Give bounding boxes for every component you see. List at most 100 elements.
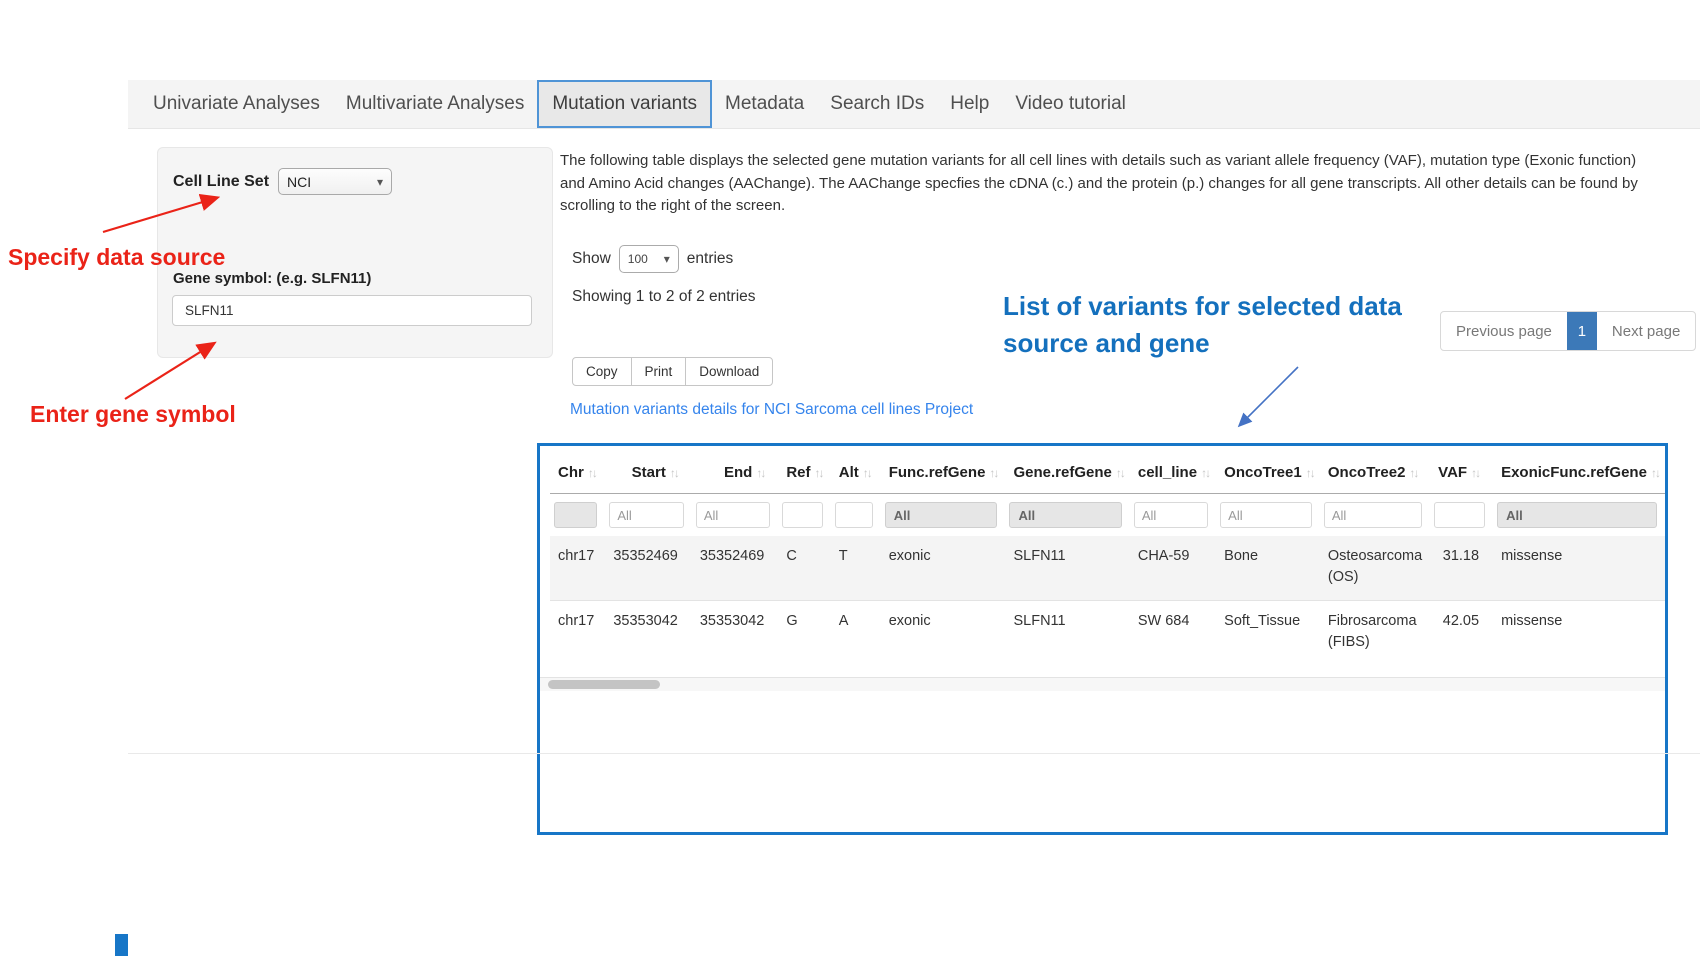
filter-select-func-refgene[interactable]: All xyxy=(885,502,998,528)
filter-select-gene-refgene[interactable]: All xyxy=(1009,502,1121,528)
column-label: OncoTree1 xyxy=(1224,464,1302,481)
column-label: Ref xyxy=(786,464,810,481)
blue-corner-fragment xyxy=(115,934,128,956)
column-header-start[interactable]: Start↑↓ xyxy=(605,458,692,494)
sort-icon: ↑↓ xyxy=(1306,466,1314,480)
download-button[interactable]: Download xyxy=(685,357,773,386)
print-button[interactable]: Print xyxy=(631,357,687,386)
sort-icon: ↑↓ xyxy=(1651,466,1659,480)
tab-help[interactable]: Help xyxy=(937,80,1002,128)
cell-cell-line: SW 684 xyxy=(1130,601,1216,662)
column-label: Start xyxy=(632,464,666,481)
filter-input-cell-line[interactable] xyxy=(1134,502,1208,528)
cell-start: 35352469 xyxy=(605,536,692,601)
annotation-enter-gene-symbol: Enter gene symbol xyxy=(30,401,236,428)
variants-table-container: Chr↑↓Start↑↓End↑↓Ref↑↓Alt↑↓Func.refGene↑… xyxy=(537,443,1668,835)
sort-icon: ↑↓ xyxy=(815,466,823,480)
sort-icon: ↑↓ xyxy=(1471,466,1479,480)
sort-icon: ↑↓ xyxy=(1409,466,1417,480)
filter-select-exonicfunc-refgene[interactable]: All xyxy=(1497,502,1657,528)
entries-label: entries xyxy=(687,250,734,268)
previous-page-button[interactable]: Previous page xyxy=(1441,312,1567,350)
next-page-button[interactable]: Next page xyxy=(1597,312,1695,350)
cell-start: 35353042 xyxy=(605,601,692,662)
tab-search-ids[interactable]: Search IDs xyxy=(817,80,937,128)
column-header-func-refgene[interactable]: Func.refGene↑↓ xyxy=(881,458,1006,494)
filter-input-end[interactable] xyxy=(696,502,771,528)
filter-input-oncotree2[interactable] xyxy=(1324,502,1422,528)
column-header-oncotree2[interactable]: OncoTree2↑↓ xyxy=(1320,458,1430,494)
page-1-button[interactable]: 1 xyxy=(1567,312,1597,350)
gene-symbol-input[interactable] xyxy=(172,295,532,326)
tab-metadata[interactable]: Metadata xyxy=(712,80,817,128)
column-header-chr[interactable]: Chr ↑↓ xyxy=(550,458,605,494)
sort-icon: ↑↓ xyxy=(588,466,596,480)
column-header-gene-refgene[interactable]: Gene.refGene ↑↓ xyxy=(1005,458,1129,494)
table-description: The following table displays the selecte… xyxy=(560,150,1662,218)
filter-input-start[interactable] xyxy=(609,502,684,528)
showing-entries-text: Showing 1 to 2 of 2 entries xyxy=(572,288,756,306)
cell-line-set-select[interactable]: NCI ▾ xyxy=(278,168,392,195)
horizontal-divider xyxy=(128,753,1700,754)
column-header-exonicfunc-refgene[interactable]: ExonicFunc.refGene ↑↓ xyxy=(1493,458,1665,494)
scrollbar-thumb[interactable] xyxy=(548,680,660,689)
sort-icon: ↑↓ xyxy=(1116,466,1124,480)
annotation-specify-data-source: Specify data source xyxy=(8,244,225,271)
cell-oncotree2: Fibrosarcoma (FIBS) xyxy=(1320,601,1430,662)
cell-gene-refgene: SLFN11 xyxy=(1005,536,1129,601)
annotation-line1: List of variants for selected data xyxy=(1003,288,1402,325)
cell-chr: chr17 xyxy=(550,536,605,601)
filter-select-chr[interactable] xyxy=(554,502,597,528)
cell-oncotree2: Osteosarcoma (OS) xyxy=(1320,536,1430,601)
column-label: OncoTree2 xyxy=(1328,464,1406,481)
cell-alt: T xyxy=(831,536,881,601)
filter-input-ref[interactable] xyxy=(782,502,822,528)
column-header-cell-line[interactable]: cell_line↑↓ xyxy=(1130,458,1216,494)
column-header-vaf[interactable]: VAF ↑↓ xyxy=(1430,458,1493,494)
column-header-oncotree1[interactable]: OncoTree1 ↑↓ xyxy=(1216,458,1320,494)
filter-row: All All All xyxy=(550,494,1665,537)
page: Univariate AnalysesMultivariate Analyses… xyxy=(0,0,1700,956)
column-header-ref[interactable]: Ref ↑↓ xyxy=(778,458,830,494)
column-header-alt[interactable]: Alt↑↓ xyxy=(831,458,881,494)
blue-arrow-variants xyxy=(1240,367,1298,425)
cell-func-refgene: exonic xyxy=(881,536,1006,601)
cell-end: 35353042 xyxy=(692,601,779,662)
gene-symbol-label: Gene symbol: (e.g. SLFN11) xyxy=(173,270,371,287)
table-row: chr173535304235353042GAexonicSLFN11SW 68… xyxy=(550,601,1665,662)
cell-vaf: 42.05 xyxy=(1430,601,1493,662)
tab-multivariate-analyses[interactable]: Multivariate Analyses xyxy=(333,80,537,128)
cell-chr: chr17 xyxy=(550,601,605,662)
cell-alt: A xyxy=(831,601,881,662)
copy-button[interactable]: Copy xyxy=(572,357,632,386)
column-label: Gene.refGene xyxy=(1013,464,1111,481)
tab-mutation-variants[interactable]: Mutation variants xyxy=(537,80,712,128)
sort-icon: ↑↓ xyxy=(863,466,871,480)
column-header-end[interactable]: End↑↓ xyxy=(692,458,779,494)
cell-ref: C xyxy=(778,536,830,601)
cell-exonicfunc-refgene: missense xyxy=(1493,536,1665,601)
filter-input-oncotree1[interactable] xyxy=(1220,502,1312,528)
cell-exonicfunc-refgene: missense xyxy=(1493,601,1665,662)
header-row: Chr↑↓Start↑↓End↑↓Ref↑↓Alt↑↓Func.refGene↑… xyxy=(550,458,1665,494)
chevron-down-icon: ▾ xyxy=(664,253,670,265)
tab-univariate-analyses[interactable]: Univariate Analyses xyxy=(140,80,333,128)
cell-oncotree1: Bone xyxy=(1216,536,1320,601)
horizontal-scrollbar[interactable] xyxy=(540,677,1665,691)
column-label: Chr xyxy=(558,464,584,481)
column-label: End xyxy=(724,464,752,481)
cell-line-set-label: Cell Line Set xyxy=(173,173,269,191)
filter-input-vaf[interactable] xyxy=(1434,502,1485,528)
cell-ref: G xyxy=(778,601,830,662)
column-label: ExonicFunc.refGene xyxy=(1501,464,1647,481)
table-title-link: Mutation variants details for NCI Sarcom… xyxy=(570,401,973,419)
column-label: VAF xyxy=(1438,464,1467,481)
cell-gene-refgene: SLFN11 xyxy=(1005,601,1129,662)
cell-oncotree1: Soft_Tissue xyxy=(1216,601,1320,662)
tab-video-tutorial[interactable]: Video tutorial xyxy=(1002,80,1139,128)
show-label: Show xyxy=(572,250,611,268)
cell-cell-line: CHA-59 xyxy=(1130,536,1216,601)
page-length-select[interactable]: 100 ▾ xyxy=(619,245,679,273)
cell-func-refgene: exonic xyxy=(881,601,1006,662)
filter-input-alt[interactable] xyxy=(835,502,873,528)
